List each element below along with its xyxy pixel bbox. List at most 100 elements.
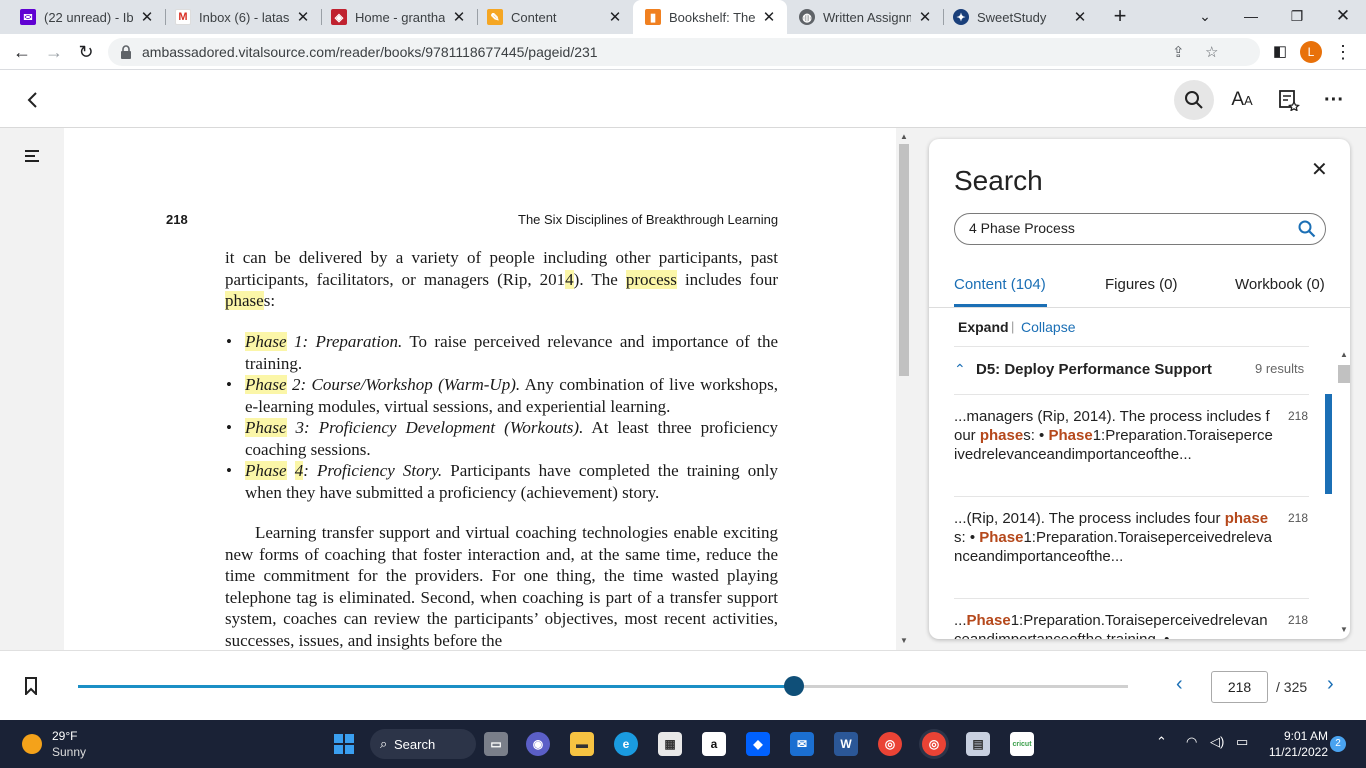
sun-icon[interactable]: [22, 734, 42, 754]
close-tab-icon[interactable]: ✕: [607, 8, 623, 26]
share-icon[interactable]: ⇪: [1172, 43, 1185, 61]
close-window-icon[interactable]: ✕: [1320, 0, 1366, 34]
notification-badge[interactable]: 2: [1330, 736, 1346, 752]
page-scrollbar[interactable]: ▲ ▼: [896, 128, 912, 650]
chrome-active-icon[interactable]: ◎: [922, 732, 946, 756]
browser-tab[interactable]: ✎ Content ✕: [467, 0, 633, 34]
weather-description[interactable]: Sunny: [52, 745, 86, 759]
volume-icon[interactable]: ◁): [1210, 734, 1224, 750]
weather-temperature[interactable]: 29°F: [52, 729, 77, 743]
back-arrow-icon[interactable]: ←: [9, 39, 35, 65]
bullet-dot: •: [226, 418, 232, 437]
taskbar-search-label: Search: [394, 736, 436, 752]
tab-content[interactable]: Content (104): [954, 276, 1046, 293]
browser-tab[interactable]: ✉ (22 unread) - Ibai ✕: [0, 0, 165, 34]
result-group-header[interactable]: ⌃ D5: Deploy Performance Support 9 resul…: [954, 347, 1309, 395]
scroll-down-arrow-icon[interactable]: ▼: [1340, 625, 1348, 634]
new-tab-button[interactable]: +: [1108, 4, 1132, 28]
browser-tab[interactable]: ◈ Home - granthan ✕: [311, 0, 477, 34]
dropbox-icon[interactable]: ◆: [746, 732, 770, 756]
search-box[interactable]: [954, 213, 1326, 245]
page-slider[interactable]: [78, 676, 1128, 696]
close-tab-icon[interactable]: ✕: [1072, 8, 1088, 26]
search-highlight: Phase: [245, 418, 287, 437]
table-of-contents-icon[interactable]: [12, 136, 52, 176]
search-button[interactable]: [1174, 80, 1214, 120]
amazon-icon[interactable]: a: [702, 732, 726, 756]
search-highlight: phase: [225, 291, 264, 310]
tab-workbook[interactable]: Workbook (0): [1235, 276, 1325, 293]
cricut-icon[interactable]: cricut: [1010, 732, 1034, 756]
clock-time[interactable]: 9:01 AM: [1272, 729, 1328, 743]
scroll-down-arrow-icon[interactable]: ▼: [900, 636, 908, 645]
close-tab-icon[interactable]: ✕: [761, 8, 777, 26]
word-icon[interactable]: W: [834, 732, 858, 756]
chevron-up-icon[interactable]: ⌃: [1156, 734, 1167, 750]
file-explorer-icon[interactable]: ▬: [570, 732, 594, 756]
browser-tab[interactable]: M Inbox (6) - latash ✕: [155, 0, 321, 34]
search-icon[interactable]: [1298, 220, 1316, 238]
results-scrollbar[interactable]: ▲ ▼: [1333, 347, 1350, 637]
search-input[interactable]: [969, 220, 1289, 236]
more-options-icon[interactable]: ···: [1314, 80, 1354, 120]
slider-handle[interactable]: [784, 676, 805, 696]
close-tab-icon[interactable]: ✕: [139, 8, 155, 26]
scroll-up-arrow-icon[interactable]: ▲: [900, 132, 908, 141]
task-view-icon[interactable]: ▭: [484, 732, 508, 756]
close-tab-icon[interactable]: ✕: [917, 8, 933, 26]
page-number-input[interactable]: [1211, 671, 1268, 703]
wifi-icon[interactable]: ◠: [1186, 734, 1197, 750]
chat-icon[interactable]: ◉: [526, 732, 550, 756]
scroll-up-arrow-icon[interactable]: ▲: [1340, 350, 1348, 359]
snippet-match: Phase: [966, 612, 1011, 629]
reload-icon[interactable]: ↻: [73, 39, 99, 65]
mail-icon[interactable]: ✉: [790, 732, 814, 756]
next-page-icon[interactable]: ›: [1327, 673, 1334, 696]
browser-tab[interactable]: ◍ Written Assignm ✕: [787, 0, 943, 34]
search-panel: Search ✕ Content (104) Figures (0) Workb…: [929, 139, 1350, 639]
edge-browser-icon[interactable]: e: [614, 732, 638, 756]
browser-tab[interactable]: ✦ SweetStudy ✕: [943, 0, 1098, 34]
scrollbar-thumb[interactable]: [899, 144, 909, 376]
taskbar-search[interactable]: ⌕ Search: [370, 729, 476, 759]
result-page: 218: [1288, 511, 1309, 525]
chevron-up-icon[interactable]: ⌃: [954, 361, 966, 378]
side-panel-icon[interactable]: ◧: [1267, 39, 1293, 65]
scrollbar-thumb[interactable]: [1338, 365, 1350, 383]
clock-date[interactable]: 11/21/2022: [1262, 745, 1328, 759]
collapse-button[interactable]: Collapse: [1021, 319, 1075, 335]
lock-icon: [121, 45, 131, 59]
search-result[interactable]: ...managers (Rip, 2014). The process inc…: [954, 395, 1309, 497]
pdf-app-icon[interactable]: ▤: [966, 732, 990, 756]
bookmark-icon[interactable]: [24, 677, 38, 695]
close-tab-icon[interactable]: ✕: [295, 8, 311, 26]
search-result[interactable]: ...(Rip, 2014). The process includes fou…: [954, 497, 1309, 599]
profile-avatar[interactable]: L: [1300, 41, 1322, 63]
snippet-match: phase: [979, 427, 1024, 444]
close-icon[interactable]: ✕: [1311, 157, 1328, 182]
search-result[interactable]: ...Phase1:Preparation.Toraiseperceivedre…: [954, 599, 1309, 639]
notes-list-icon[interactable]: [1269, 80, 1309, 120]
minimize-icon[interactable]: —: [1228, 0, 1274, 34]
search-highlight: Phase: [245, 461, 287, 480]
restore-icon[interactable]: ❐: [1274, 0, 1320, 34]
tab-figures[interactable]: Figures (0): [1105, 276, 1178, 293]
bullet-item: • Phase 2: Course/Workshop (Warm-Up). Any…: [225, 374, 778, 417]
chrome-icon[interactable]: ◎: [878, 732, 902, 756]
battery-icon[interactable]: ▭: [1236, 734, 1248, 750]
paragraph: Learning transfer support and virtual co…: [225, 523, 778, 650]
microsoft-store-icon[interactable]: ▦: [658, 732, 682, 756]
forward-arrow-icon[interactable]: →: [41, 39, 67, 65]
bookmark-star-icon[interactable]: ☆: [1205, 43, 1218, 61]
browser-tab-active[interactable]: ▮ Bookshelf: The Si ✕: [633, 0, 787, 34]
bullet-dot: •: [226, 461, 232, 480]
close-tab-icon[interactable]: ✕: [451, 8, 467, 26]
previous-page-icon[interactable]: ‹: [1176, 673, 1183, 696]
expand-button[interactable]: Expand: [958, 319, 1009, 335]
address-bar[interactable]: ambassadored.vitalsource.com/reader/book…: [108, 38, 1260, 66]
menu-kebab-icon[interactable]: ⋮: [1330, 39, 1356, 65]
text-size-icon[interactable]: AA: [1222, 80, 1262, 120]
windows-start-icon[interactable]: [332, 732, 356, 756]
tab-search-icon[interactable]: ⌄: [1182, 0, 1228, 34]
back-chevron-icon[interactable]: [12, 80, 52, 120]
